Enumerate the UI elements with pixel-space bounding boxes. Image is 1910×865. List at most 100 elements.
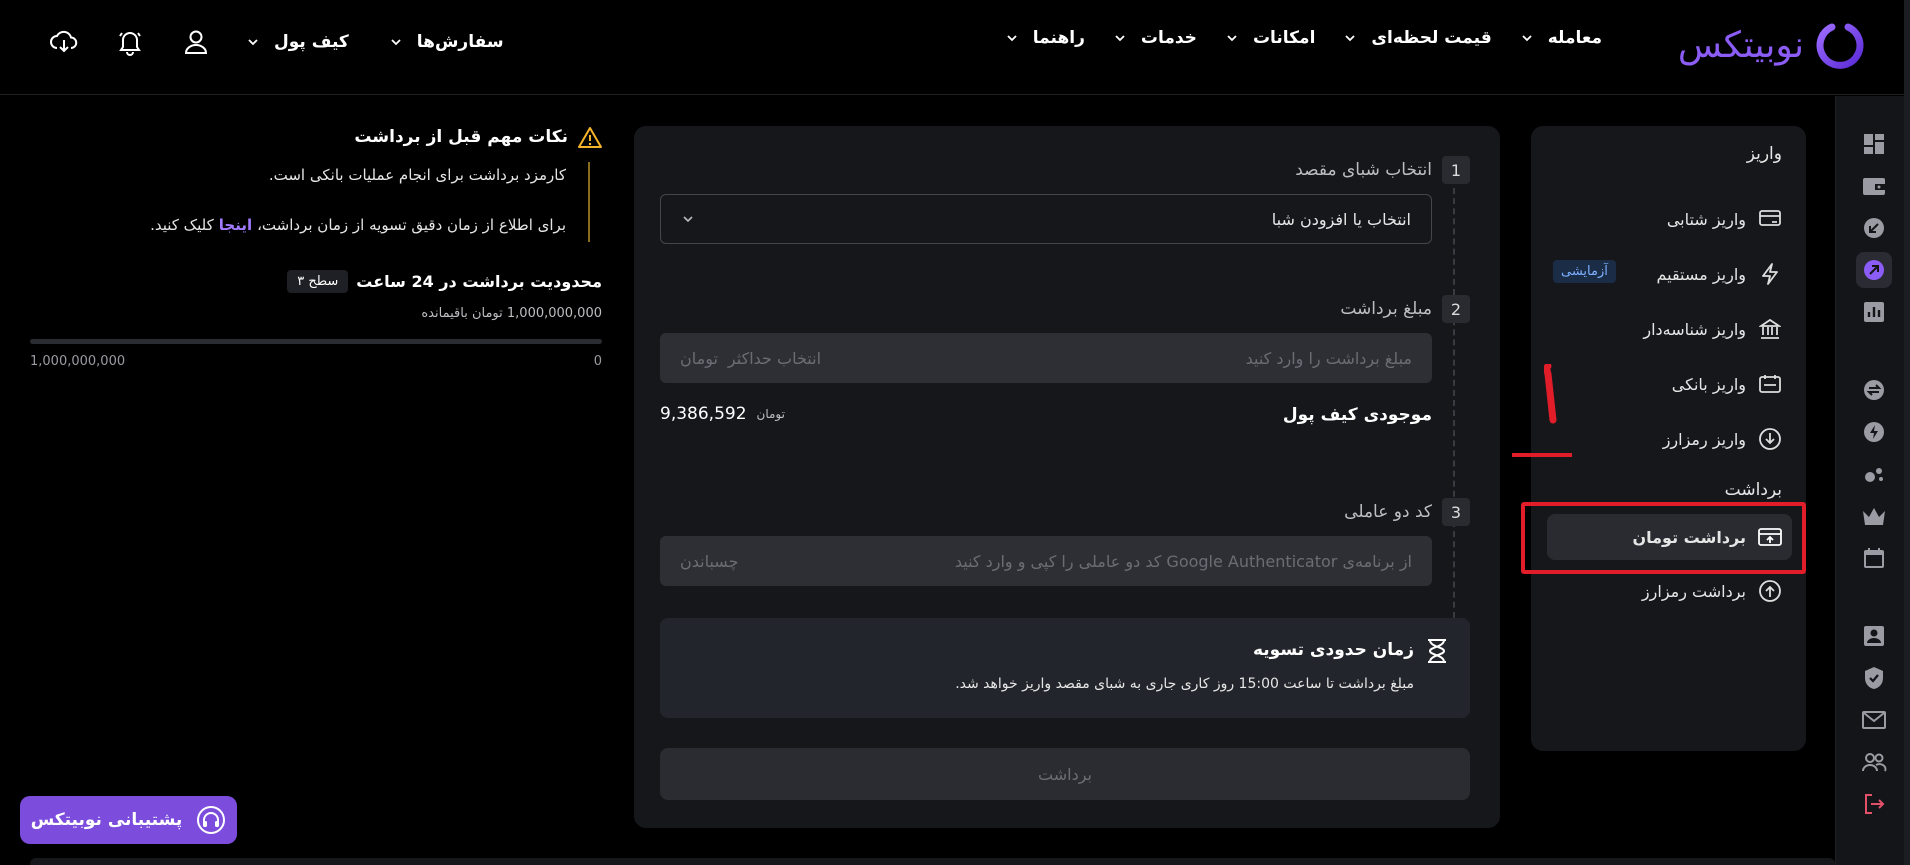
logout-icon[interactable] <box>1856 786 1892 822</box>
wallet-balance-value: 9,386,592 <box>660 404 747 424</box>
withdraw-arrow-icon[interactable] <box>1856 252 1892 288</box>
amount-input[interactable]: مبلغ برداشت را وارد کنید انتخاب حداکثر ت… <box>660 333 1432 383</box>
user-icon <box>184 30 208 54</box>
app-download-button[interactable] <box>44 22 84 62</box>
support-button[interactable]: پشتیبانی نوبیتکس <box>20 796 237 844</box>
upload-circle-icon <box>1758 579 1782 603</box>
sidebar-item-id-deposit[interactable]: واریز شناسه‌دار <box>1537 306 1782 352</box>
headset-icon <box>197 806 226 834</box>
sidebar-item-instant-deposit[interactable]: واریز شتابی <box>1537 196 1782 242</box>
bell-icon <box>119 32 141 56</box>
id-card-icon[interactable] <box>1856 618 1892 654</box>
limit-min-label: 0 <box>593 354 602 369</box>
chevron-down-icon <box>1522 35 1532 42</box>
sidebar-item-crypto-deposit[interactable]: واریز رمزارز <box>1537 416 1782 462</box>
limit-max-label: 1,000,000,000 <box>30 354 126 369</box>
deposit-arrow-icon[interactable] <box>1856 210 1892 246</box>
sidebar-item-label: واریز شناسه‌دار <box>1643 319 1746 339</box>
nav-item-label: راهنما <box>1032 28 1085 48</box>
referral-users-icon[interactable] <box>1856 744 1892 780</box>
bottom-panel-edge <box>30 858 1835 865</box>
nav-item-prices[interactable]: قیمت لحظه‌ای <box>1343 28 1492 48</box>
iban-select[interactable]: انتخاب یا افزودن شبا <box>660 194 1432 244</box>
shield-check-icon[interactable] <box>1856 660 1892 696</box>
report-chart-icon[interactable] <box>1856 294 1892 330</box>
bubbles-icon[interactable] <box>1856 456 1892 492</box>
note-text: برای اطلاع از زمان دقیق تسویه از زمان بر… <box>257 216 566 234</box>
chevron-down-icon <box>248 39 258 46</box>
sidebar-item-crypto-withdraw[interactable]: برداشت رمزارز <box>1537 568 1782 614</box>
steps-connector <box>1453 178 1455 638</box>
deposit-withdraw-menu: واریز واریز شتابی واریز مستقیم آزمایشی و… <box>1531 126 1806 751</box>
sidebar-item-label: برداشت رمزارز <box>1641 581 1746 601</box>
crown-icon[interactable] <box>1856 498 1892 534</box>
chevron-down-icon <box>1115 35 1125 42</box>
select-max-link[interactable]: انتخاب حداکثر <box>728 349 821 368</box>
settlement-title: زمان حدودی تسویه <box>1252 640 1414 660</box>
settlement-info: زمان حدودی تسویه مبلغ برداشت تا ساعت 15:… <box>660 618 1470 718</box>
wallet-balance-label: موجودی کیف پول <box>1282 405 1432 425</box>
page-scrollbar[interactable] <box>1904 0 1910 865</box>
limit-header: محدودیت برداشت در 24 ساعت سطح ۳ <box>287 270 602 293</box>
flash-icon[interactable] <box>1856 414 1892 450</box>
wallet-balance: تومان 9,386,592 <box>660 404 785 424</box>
sidebar-item-label: واریز بانکی <box>1671 374 1746 394</box>
nav-item-features[interactable]: امکانات <box>1225 28 1315 48</box>
withdraw-form: 1 انتخاب شبای مقصد انتخاب یا افزودن شبا … <box>634 126 1500 828</box>
here-link[interactable]: اینجا <box>219 216 252 234</box>
exchange-icon[interactable] <box>1856 372 1892 408</box>
withdraw-submit-button[interactable]: برداشت <box>660 748 1470 800</box>
lightning-icon <box>1758 262 1782 286</box>
sidebar-item-label: واریز مستقیم <box>1656 264 1746 284</box>
withdraw-section-title: برداشت <box>1724 480 1782 500</box>
experimental-badge: آزمایشی <box>1553 260 1616 283</box>
top-navigation-bar: نوبیتکس معامله قیمت لحظه‌ای امکانات خدما… <box>0 0 1910 95</box>
sidebar-item-bank-deposit[interactable]: واریز بانکی <box>1537 361 1782 407</box>
2fa-code-input[interactable]: از برنامه‌ی Google Authenticator کد دو ع… <box>660 536 1432 586</box>
calendar-icon[interactable] <box>1856 540 1892 576</box>
nav-item-guide[interactable]: راهنما <box>1005 28 1085 48</box>
nav-item-trade[interactable]: معامله <box>1520 28 1602 48</box>
step-number: 3 <box>1442 498 1470 526</box>
2fa-placeholder: از برنامه‌ی Google Authenticator کد دو ع… <box>954 551 1412 571</box>
nav-item-label: سفارش‌ها <box>416 32 504 52</box>
dashboard-icon[interactable] <box>1856 126 1892 162</box>
user-toolbar: کیف پول سفارش‌ها <box>44 22 504 62</box>
step-label: کد دو عاملی <box>1344 502 1432 522</box>
amount-unit: تومان <box>680 348 718 368</box>
chevron-down-icon <box>683 216 693 223</box>
level-badge: سطح ۳ <box>287 270 349 293</box>
brand-logo[interactable]: نوبیتکس <box>1678 18 1866 72</box>
mail-icon[interactable] <box>1856 702 1892 738</box>
sidebar-item-label: واریز شتابی <box>1666 209 1746 229</box>
chevron-down-icon <box>1227 35 1237 42</box>
bank-card-icon <box>1758 372 1782 396</box>
cloud-download-icon <box>50 30 78 53</box>
step-label: انتخاب شبای مقصد <box>1295 160 1432 180</box>
notes-header: نکات مهم قبل از برداشت <box>354 126 602 148</box>
nav-item-label: کیف پول <box>274 32 349 52</box>
card-transfer-icon <box>1758 207 1782 231</box>
nav-item-label: امکانات <box>1252 28 1316 48</box>
notes-accent-bar <box>588 162 590 242</box>
wallet-icon[interactable] <box>1856 168 1892 204</box>
hourglass-icon <box>1428 639 1446 663</box>
support-label: پشتیبانی نوبیتکس <box>30 810 183 830</box>
note-text: کلیک کنید. <box>150 216 214 234</box>
wallet-balance-unit: تومان <box>756 407 785 421</box>
notifications-button[interactable] <box>110 22 150 62</box>
chevron-down-icon <box>1007 35 1017 42</box>
nav-item-wallet[interactable]: کیف پول <box>246 32 349 52</box>
profile-button[interactable] <box>176 22 216 62</box>
nav-item-services[interactable]: خدمات <box>1113 28 1197 48</box>
limit-title: محدودیت برداشت در 24 ساعت <box>356 272 602 291</box>
nav-item-label: معامله <box>1547 28 1602 48</box>
sidebar-item-label: واریز رمزارز <box>1662 429 1746 449</box>
step-number: 2 <box>1442 295 1470 323</box>
paste-button[interactable]: چسباندن <box>680 552 738 571</box>
sidebar-item-direct-deposit[interactable]: واریز مستقیم آزمایشی <box>1537 251 1782 297</box>
amount-placeholder: مبلغ برداشت را وارد کنید <box>1245 348 1412 368</box>
highlight-box <box>1521 502 1806 574</box>
nav-item-orders[interactable]: سفارش‌ها <box>389 32 504 52</box>
nobitex-logo-icon <box>1816 23 1864 69</box>
